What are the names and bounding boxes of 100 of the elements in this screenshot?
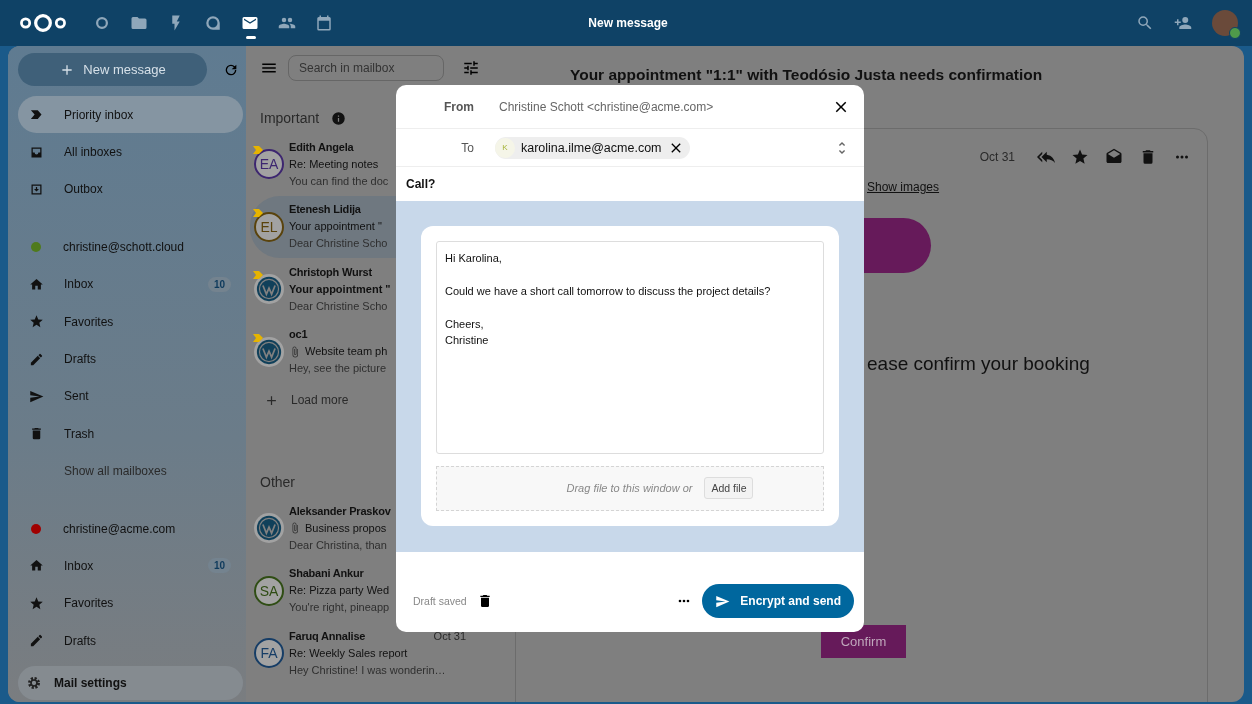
- account-label[interactable]: christine@acme.com: [63, 521, 231, 536]
- pencil-icon: [29, 351, 44, 367]
- mailbox-item[interactable]: All inboxes: [18, 133, 243, 171]
- unread-count: 10: [207, 276, 231, 292]
- mailbox-item[interactable]: Drafts: [18, 622, 243, 660]
- status-dot: [1229, 27, 1241, 39]
- unread-count: 10: [207, 558, 231, 574]
- drop-hint: Drag file to this window or: [565, 482, 693, 495]
- home-icon: [29, 276, 44, 292]
- encrypt-and-send-button[interactable]: Encrypt and send: [702, 584, 854, 618]
- search-field[interactable]: Search in mailbox: [288, 55, 444, 81]
- logo-icon[interactable]: [18, 12, 68, 34]
- mailbox-item[interactable]: Inbox 10: [18, 547, 243, 585]
- mailbox-label: All inboxes: [64, 145, 124, 160]
- mailbox-label: Outbox: [64, 182, 104, 197]
- sender-name: oc1: [289, 327, 308, 343]
- window-title: New message: [588, 16, 668, 30]
- star-icon[interactable]: [1071, 148, 1089, 166]
- mailbox-label: Favorites: [64, 596, 115, 611]
- star-icon: [29, 595, 44, 611]
- calendar-icon[interactable]: [315, 14, 333, 32]
- new-message-button[interactable]: New message: [18, 53, 207, 86]
- mailbox-item[interactable]: Priority inbox: [18, 96, 243, 134]
- account-label[interactable]: christine@schott.cloud: [63, 239, 231, 254]
- message-subject: Website team ph: [305, 344, 388, 360]
- from-label: From: [443, 99, 474, 114]
- sender-name: Christoph Wurst: [289, 264, 372, 280]
- message-subject: Business propos: [305, 520, 387, 536]
- filter-sliders-icon[interactable]: [462, 59, 480, 77]
- search-icon[interactable]: [1136, 14, 1154, 32]
- star-icon: [29, 314, 44, 330]
- info-icon[interactable]: [331, 110, 347, 126]
- sender-name: Aleksander Praskov: [289, 503, 391, 519]
- circle-logo-icon: [254, 274, 284, 305]
- mailbox-item[interactable]: Trash: [18, 415, 243, 453]
- mail-icon[interactable]: [241, 14, 259, 32]
- mailbox-label: Drafts: [64, 352, 97, 367]
- show-images-link[interactable]: Show images: [867, 180, 940, 194]
- message-preview: Hey, see the picture: [289, 361, 386, 377]
- send-icon: [29, 388, 44, 404]
- folder-icon[interactable]: [130, 14, 148, 32]
- trash-icon: [29, 426, 44, 442]
- initials-avatar: EL: [254, 211, 284, 242]
- message-preview: You can find the doc: [289, 173, 389, 189]
- load-more-button[interactable]: Load more: [250, 385, 349, 415]
- sender-name: Faruq Annalise: [289, 628, 366, 644]
- message-preview: Hey Christine! I was wonderin…: [289, 662, 446, 678]
- circle-logo-icon: [254, 336, 284, 367]
- home-icon: [29, 558, 44, 574]
- message-date: Oct 31: [979, 150, 1015, 164]
- sender-name: Edith Angela: [289, 139, 354, 155]
- circle-logo-icon: [254, 513, 284, 544]
- message-date: Oct 31: [433, 628, 466, 644]
- chat-bubble-icon[interactable]: [204, 14, 222, 32]
- recipient-address: karolina.ilme@acme.com: [521, 140, 662, 155]
- message-body-field[interactable]: Hi Karolina, Could we have a short call tomorrow to discuss the project details? Cheers, Christine: [436, 240, 824, 454]
- file-drop-zone[interactable]: Drag file to this window or Add file: [436, 465, 824, 511]
- mailbox-label: Drafts: [64, 633, 97, 648]
- message-item[interactable]: FA Faruq Annalise Oct 31 Re: Weekly Sales report Hey Christine! I was wonderin…: [250, 622, 480, 685]
- gear-icon: [26, 675, 42, 691]
- section-title: Important: [260, 110, 320, 126]
- mailbox-item[interactable]: Inbox 10: [18, 265, 243, 303]
- show-all-mailboxes-link[interactable]: Show all mailboxes: [26, 464, 231, 479]
- to-label: To: [460, 140, 474, 155]
- from-field[interactable]: Christine Schott <christine@acme.com>: [499, 99, 832, 114]
- initials-avatar: FA: [254, 638, 284, 669]
- recipient-initial: K: [495, 137, 515, 158]
- mailbox-label: Priority inbox: [64, 107, 135, 122]
- initials-avatar: SA: [254, 575, 284, 606]
- body-paragraph: Could we have a short call tomorrow to discuss the project details?: [445, 283, 772, 299]
- send-icon: [715, 593, 731, 609]
- mailbox-item[interactable]: Sent: [18, 377, 243, 416]
- message-preview: Dear Christine Scho: [289, 298, 388, 314]
- message-preview: Dear Christina, than: [289, 537, 387, 553]
- person-plus-icon[interactable]: [1174, 14, 1192, 32]
- mailbox-item[interactable]: Favorites: [18, 302, 243, 341]
- pencil-icon: [29, 633, 44, 649]
- mailbox-item[interactable]: Drafts: [18, 340, 243, 378]
- active-app-indicator: [246, 36, 256, 39]
- mailbox-label: Inbox: [64, 277, 95, 292]
- message-title: Your appointment "1:1" with Teodósio Justa needs confirmation: [570, 66, 1044, 85]
- message-subject: Re: Pizza party Wed: [289, 583, 390, 599]
- mailbox-label: Trash: [64, 426, 96, 441]
- mail-settings-button[interactable]: Mail settings: [18, 666, 243, 700]
- mailbox-item[interactable]: Favorites: [18, 584, 243, 623]
- message-preview: You're right, pineapp: [289, 600, 390, 616]
- mailbox-item[interactable]: Outbox: [18, 170, 243, 209]
- recipient-chip[interactable]: K karolina.ilme@acme.com: [495, 136, 690, 159]
- mailbox-label: Sent: [64, 389, 90, 404]
- message-subject: Your appointment ": [289, 219, 382, 235]
- envelope-open-icon[interactable]: [1105, 148, 1123, 166]
- initials-avatar: EA: [254, 149, 284, 180]
- add-file-button[interactable]: Add file: [704, 477, 754, 500]
- body-paragraph: Cheers, Christine: [445, 316, 490, 348]
- sender-name: Etenesh Lidija: [289, 202, 361, 218]
- message-subject: Re: Weekly Sales report: [289, 645, 408, 661]
- email-heading: ease confirm your booking: [867, 353, 1090, 375]
- user-avatar[interactable]: [1212, 10, 1238, 36]
- message-preview: Dear Christine Scho: [289, 236, 388, 252]
- sender-name: Shabani Ankur: [289, 566, 364, 582]
